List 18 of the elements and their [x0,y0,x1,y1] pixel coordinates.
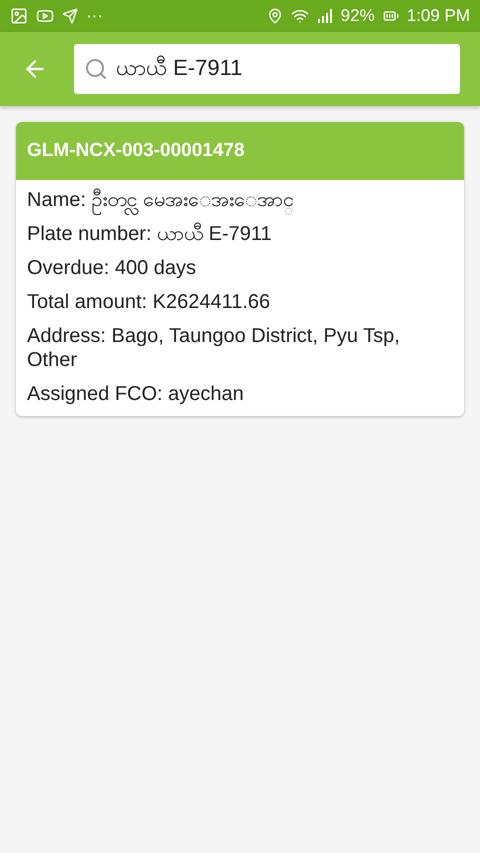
wifi-icon [290,7,309,25]
image-icon [10,7,28,25]
signal-icon [316,9,333,23]
location-icon [266,8,283,24]
more-indicator: ··· [86,6,103,26]
play-icon [36,7,54,25]
detail-line: Assigned FCO: ayechan [27,382,245,406]
battery-percent: 92% [340,6,375,26]
detail-line: Plate number: ယာယီ E-7911 [27,222,273,246]
send-icon [62,8,78,24]
card-title: GLM-NCX-003-00001478 [16,122,464,180]
result-card[interactable]: GLM-NCX-003-00001478 Name: ဦးတင္လ မေအးေအးေအာင္ Plate number: ယာယီ E-7911 Overdue: 400 days Total amount: K2624411.66 Address: Bago, Taungoo District, Pyu Tsp, Other Assigned FCO: ayechan [16,122,464,416]
search-icon [84,57,108,81]
detail-line: Overdue: 400 days [27,256,197,280]
detail-line: Address: Bago, Taungoo District, Pyu Tsp, Other [27,324,401,372]
search-field[interactable]: ယာယီ E-7911 [74,44,460,94]
detail-line: Total amount: K2624411.66 [27,290,272,314]
clock-time: 1:09 PM [406,6,470,26]
